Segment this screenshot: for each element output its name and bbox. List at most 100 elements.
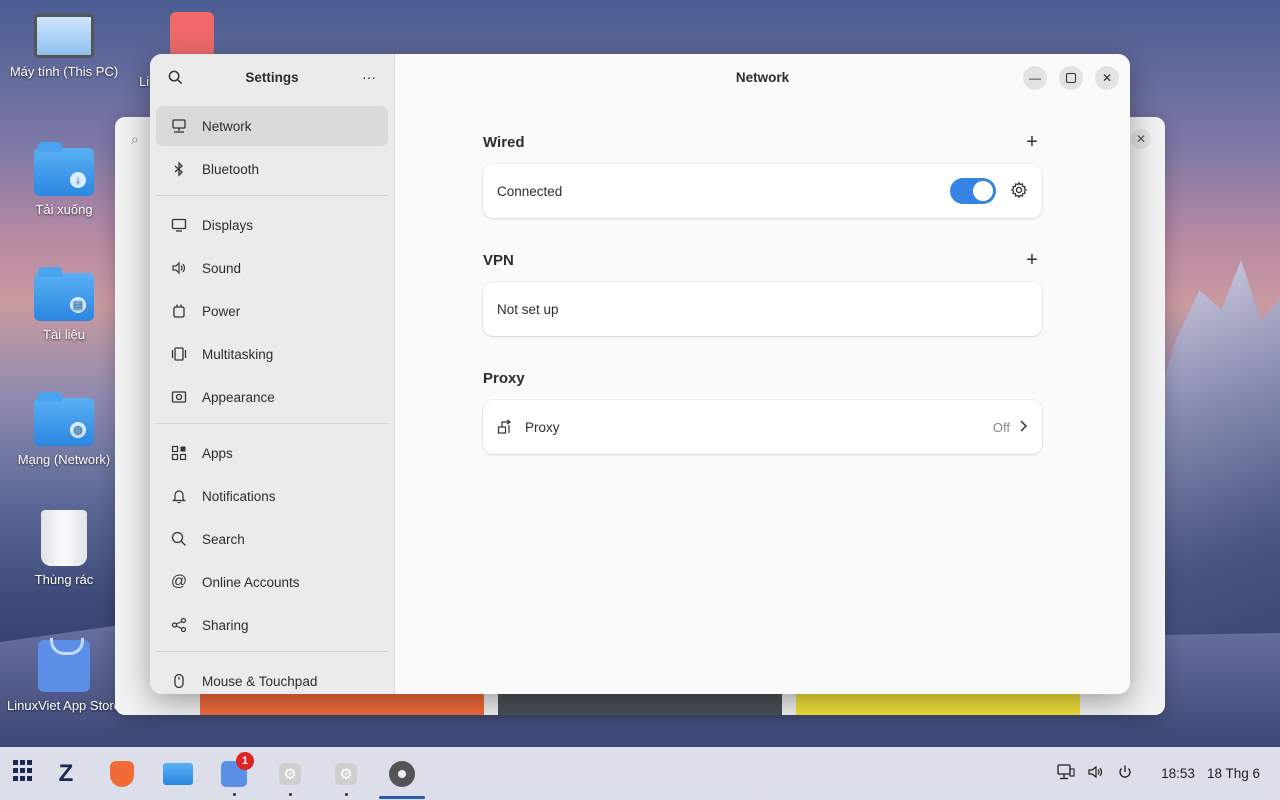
vpn-status: Not set up [497, 301, 559, 317]
plus-icon: + [1026, 130, 1038, 153]
sidebar-item-label: Search [202, 531, 245, 547]
close-button[interactable]: ✕ [1095, 66, 1119, 90]
display-icon [170, 216, 188, 234]
wired-connection-row[interactable]: Connected [483, 164, 1042, 218]
sidebar-item-online-accounts[interactable]: @ Online Accounts [156, 562, 388, 602]
share-icon [170, 616, 188, 634]
desktop-icon-app-store[interactable]: LinuxViet App Store [4, 638, 124, 713]
sidebar-item-label: Sound [202, 260, 242, 276]
content-header: Network — ✕ [395, 54, 1130, 100]
sidebar-item-sharing[interactable]: Sharing [156, 605, 388, 645]
network-icon[interactable] [1057, 763, 1075, 784]
add-vpn-button[interactable]: + [1022, 249, 1042, 272]
sound-icon [170, 259, 188, 277]
desktop-icon-this-pc[interactable]: Máy tính (This PC) [4, 14, 124, 79]
sidebar-title: Settings [245, 69, 299, 85]
desktop-icon-documents[interactable]: ▤ Tài liệu [4, 267, 124, 342]
minimize-icon: — [1029, 71, 1041, 85]
desktop-icon-label-partial: Li [139, 74, 150, 89]
clock-time[interactable]: 18:53 [1161, 766, 1195, 781]
wired-title: Wired [483, 133, 525, 151]
settings-app-icon [389, 760, 415, 787]
search-icon[interactable] [164, 66, 186, 88]
desktop-icon-network[interactable]: ◍ Mạng (Network) [4, 392, 124, 467]
add-wired-button[interactable]: + [1022, 131, 1042, 154]
maximize-icon [1066, 73, 1076, 83]
app-store-icon [38, 638, 90, 692]
desktop-icon-label: Tài liệu [43, 327, 85, 342]
gear-icon: ⚙ [335, 762, 357, 785]
sidebar-item-displays[interactable]: Displays [156, 205, 388, 245]
settings-launcher-2[interactable]: ⚙ [326, 754, 366, 796]
sidebar-divider [156, 195, 388, 196]
proxy-row[interactable]: Proxy Off [483, 400, 1042, 454]
proxy-title: Proxy [483, 369, 525, 387]
sidebar-item-power[interactable]: Power [156, 291, 388, 331]
wired-section: Wired + Connected [483, 130, 1042, 218]
sidebar-item-multitasking[interactable]: Multitasking [156, 334, 388, 374]
sidebar-item-sound[interactable]: Sound [156, 248, 388, 288]
gear-icon[interactable] [1010, 180, 1028, 202]
sidebar-item-mouse-touchpad[interactable]: Mouse & Touchpad [156, 661, 388, 694]
sidebar-header: Settings ··· [150, 54, 394, 100]
sidebar-item-appearance[interactable]: Appearance [156, 377, 388, 417]
apps-icon [170, 444, 188, 462]
running-indicator [232, 792, 236, 796]
zorin-menu-button[interactable]: Z [46, 754, 86, 794]
chevron-right-icon [1018, 419, 1028, 436]
sidebar-divider [156, 651, 388, 652]
settings-launcher-1[interactable]: ⚙ [270, 754, 310, 796]
wired-toggle[interactable] [950, 178, 996, 204]
power-icon [170, 302, 188, 320]
settings-launcher-active[interactable] [379, 754, 425, 799]
background-search-icon: ⌕ [131, 131, 139, 147]
sidebar-item-label: Bluetooth [202, 161, 260, 177]
at-icon: @ [170, 573, 188, 590]
trash-icon [41, 510, 87, 566]
plus-icon: + [1026, 248, 1038, 271]
sidebar-item-apps[interactable]: Apps [156, 433, 388, 473]
vpn-row: Not set up [483, 282, 1042, 336]
vpn-title: VPN [483, 251, 514, 269]
software-launcher[interactable]: 1 [214, 751, 254, 796]
system-tray: 18:53 18 Thg 6 [1057, 763, 1260, 784]
background-tile [796, 693, 1080, 715]
background-tile [200, 693, 484, 715]
gear-icon: ⚙ [279, 762, 301, 785]
appearance-icon [170, 388, 188, 406]
browser-launcher[interactable] [102, 754, 142, 794]
sidebar-item-bluetooth[interactable]: Bluetooth [156, 149, 388, 189]
desktop-icon-label: Tải xuống [35, 202, 93, 217]
minimize-button[interactable]: — [1023, 66, 1047, 90]
sidebar-item-label: Appearance [202, 389, 275, 405]
documents-folder-icon: ▤ [34, 267, 94, 321]
volume-icon[interactable] [1087, 764, 1105, 784]
desktop-icon-label: LinuxViet App Store [7, 698, 121, 713]
desktop-icon-trash[interactable]: Thùng rác [4, 510, 124, 587]
document-file-icon[interactable] [170, 12, 214, 56]
desktop-icon-label: Mạng (Network) [17, 452, 111, 467]
proxy-value: Off [992, 419, 1010, 435]
wired-status: Connected [497, 183, 563, 199]
desktop-icon-downloads[interactable]: ↓ Tải xuống [4, 142, 124, 217]
menu-icon[interactable]: ··· [358, 66, 380, 88]
sidebar-item-label: Notifications [202, 488, 276, 504]
sidebar-divider [156, 423, 388, 424]
proxy-section: Proxy Proxy Off [483, 366, 1042, 454]
background-close-icon[interactable]: ✕ [1131, 129, 1151, 149]
bell-icon [170, 487, 188, 505]
clock-date[interactable]: 18 Thg 6 [1207, 766, 1260, 781]
sidebar-item-network[interactable]: Network [156, 106, 388, 146]
network-icon [170, 117, 188, 135]
computer-icon [34, 14, 94, 58]
power-icon[interactable] [1117, 764, 1133, 784]
sidebar-item-label: Mouse & Touchpad [202, 673, 318, 689]
search-icon [170, 530, 188, 548]
maximize-button[interactable] [1059, 66, 1083, 90]
files-launcher[interactable] [158, 754, 198, 794]
sidebar-list: Network Bluetooth Displays Sound Power M… [150, 100, 394, 694]
app-grid-button[interactable] [6, 754, 46, 794]
sidebar-item-search[interactable]: Search [156, 519, 388, 559]
sidebar-item-notifications[interactable]: Notifications [156, 476, 388, 516]
background-tile [498, 693, 782, 715]
